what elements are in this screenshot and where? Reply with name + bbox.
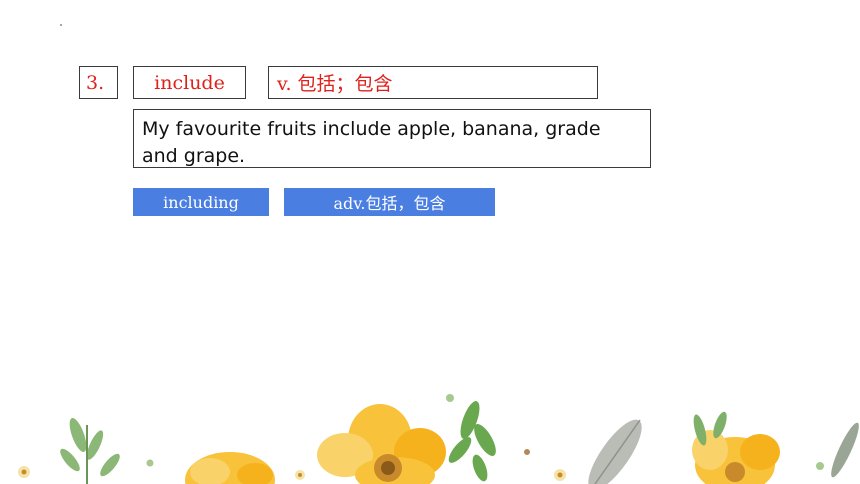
word-meaning: v. 包括；包含 <box>268 66 598 99</box>
yellow-flower-left <box>185 452 275 484</box>
derivative-button-including[interactable]: including <box>133 188 269 216</box>
center-leaf-sprig <box>448 401 496 482</box>
word-meaning-text: v. 包括；包含 <box>277 73 393 95</box>
derivative-label: including <box>163 192 239 212</box>
berry-dot <box>146 459 154 467</box>
berry-dot <box>816 462 824 470</box>
derivative-button-adverb[interactable]: adv.包括，包含 <box>284 188 495 216</box>
berry-dot <box>524 449 530 455</box>
yellow-flower-center <box>317 404 446 484</box>
vocabulary-word-text: include <box>154 71 225 94</box>
floral-border-illustration <box>18 394 859 484</box>
vocabulary-word: include <box>133 66 246 99</box>
berry-dot <box>446 394 454 402</box>
left-leaf-sprig <box>60 417 120 484</box>
item-number-text: 3. <box>86 71 105 94</box>
item-number: 3. <box>79 66 118 99</box>
example-sentence-text: My favourite fruits include apple, banan… <box>142 118 601 167</box>
derivative-label: adv.包括，包含 <box>333 194 446 213</box>
stray-dot <box>60 24 62 26</box>
grey-leaf <box>588 419 642 484</box>
example-sentence: My favourite fruits include apple, banan… <box>133 109 651 168</box>
